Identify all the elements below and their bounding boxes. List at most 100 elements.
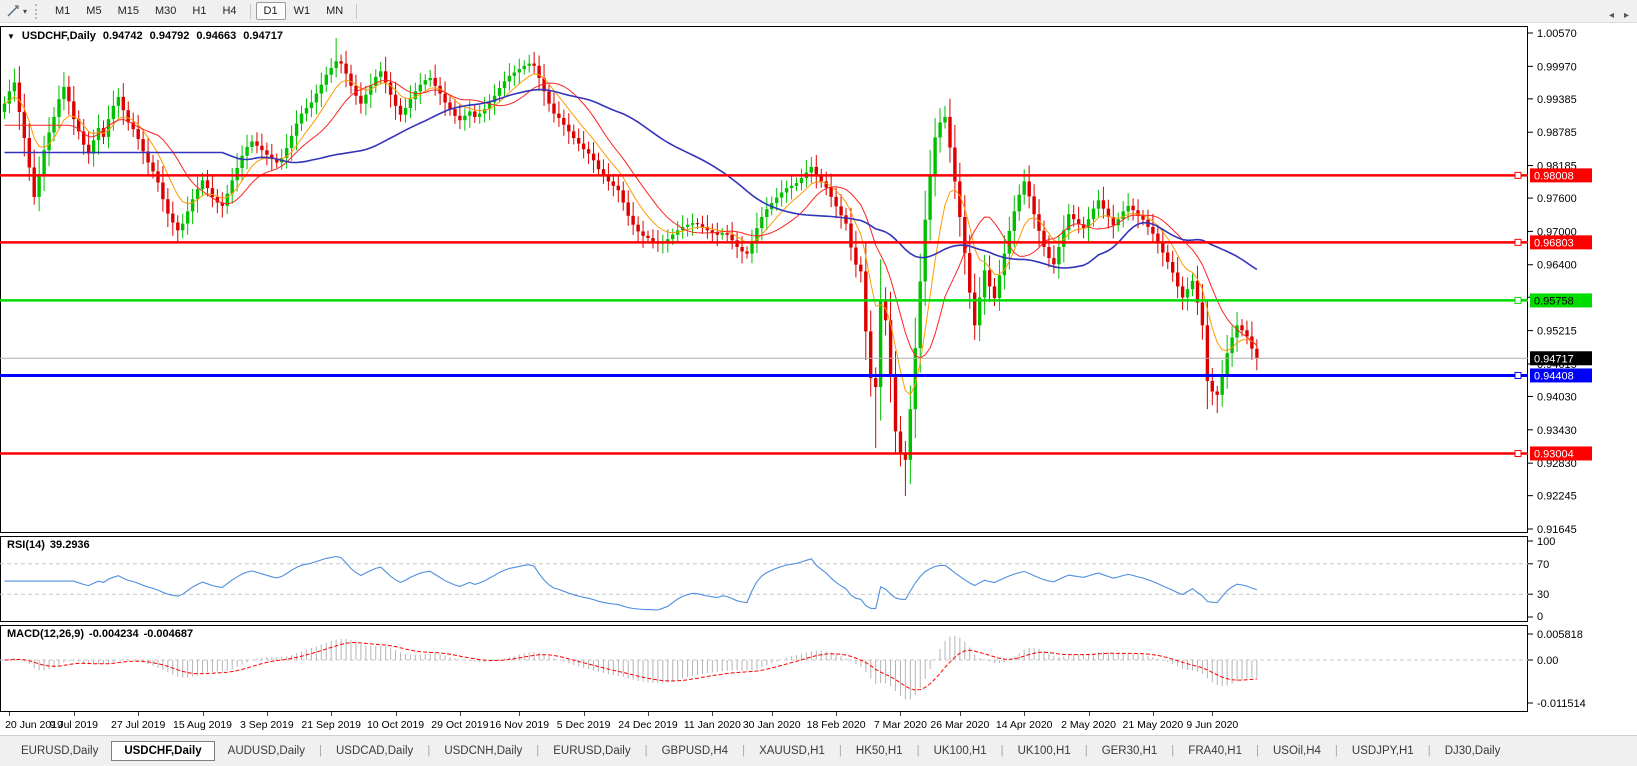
time-axis-tick xyxy=(459,712,461,716)
tab-separator: | xyxy=(742,745,746,757)
date-label: 14 Apr 2020 xyxy=(995,719,1053,731)
time-axis-tick xyxy=(1152,712,1154,716)
tab-ger30-h1[interactable]: GER30,H1 xyxy=(1089,742,1171,760)
tab-xauusd-h1[interactable]: XAUUSD,H1 xyxy=(746,742,838,760)
time-axis-tick xyxy=(9,712,11,716)
tab-gbpusd-h4[interactable]: GBPUSD,H4 xyxy=(649,742,741,760)
svg-text:0.00: 0.00 xyxy=(1537,655,1558,667)
time-axis-tick xyxy=(73,712,75,716)
trading-platform-window: ▾ M1 M5 M15 M30 H1 H4 D1 W1 MN ▼ USDCHF,… xyxy=(0,0,1637,766)
tab-usdcnh-daily[interactable]: USDCNH,Daily xyxy=(431,742,535,760)
tab-separator: | xyxy=(644,745,648,757)
timeframe-m1-button[interactable]: M1 xyxy=(47,2,78,20)
ohlc-open-value: 0.94742 xyxy=(102,30,143,42)
timeframe-m5-button[interactable]: M5 xyxy=(78,2,109,20)
svg-text:0.99385: 0.99385 xyxy=(1537,94,1577,106)
tab-separator: | xyxy=(1084,745,1088,757)
price-axis: 1.005700.999700.993850.987850.981850.976… xyxy=(1528,28,1592,533)
svg-text:0.94030: 0.94030 xyxy=(1537,391,1577,403)
macd-panel[interactable]: 0.005818 0.00 -0.011514 xyxy=(0,625,1637,712)
time-axis-tick xyxy=(519,712,521,716)
svg-text:0: 0 xyxy=(1537,611,1543,622)
svg-text:0.94408: 0.94408 xyxy=(1534,370,1574,382)
macd-label: MACD(12,26,9) -0.004234 -0.004687 xyxy=(7,628,198,640)
time-axis-tick xyxy=(395,712,397,716)
tab-usoil-h4[interactable]: USOil,H4 xyxy=(1260,742,1334,760)
time-axis-tick xyxy=(959,712,961,716)
date-label: 21 May 2020 xyxy=(1122,719,1184,731)
time-axis-tick xyxy=(836,712,838,716)
timeframe-m15-button[interactable]: M15 xyxy=(110,2,147,20)
time-axis-tick xyxy=(1212,712,1214,716)
date-label: 26 Mar 2020 xyxy=(930,719,990,731)
tab-separator: | xyxy=(1334,745,1338,757)
tab-separator: | xyxy=(1171,745,1175,757)
time-axis-tick xyxy=(1088,712,1090,716)
svg-text:0.91645: 0.91645 xyxy=(1537,524,1577,533)
rsi-panel[interactable]: 100 70 30 0 xyxy=(0,536,1637,622)
time-axis[interactable]: 20 Jun 2019 9 Jul 2019 27 Jul 2019 15 Aug 2… xyxy=(0,712,1637,735)
tab-hk50-h1[interactable]: HK50,H1 xyxy=(843,742,916,760)
time-axis-tick xyxy=(712,712,714,716)
tab-separator: | xyxy=(318,745,322,757)
tab-separator: | xyxy=(1427,745,1431,757)
svg-text:0.93430: 0.93430 xyxy=(1537,425,1577,437)
tab-fra40-h1[interactable]: FRA40,H1 xyxy=(1175,742,1255,760)
svg-text:30: 30 xyxy=(1537,589,1549,601)
date-label: 10 Oct 2019 xyxy=(366,719,425,731)
timeframe-w1-button[interactable]: W1 xyxy=(286,2,319,20)
tab-audusd-daily[interactable]: AUDUSD,Daily xyxy=(215,742,318,760)
crosshair-tool-icon[interactable] xyxy=(6,4,20,18)
timeframe-d1-button[interactable]: D1 xyxy=(255,2,286,20)
svg-text:0.92245: 0.92245 xyxy=(1537,491,1577,503)
svg-text:0.97600: 0.97600 xyxy=(1537,193,1577,205)
svg-text:0.95215: 0.95215 xyxy=(1537,326,1577,338)
tab-separator: | xyxy=(427,745,431,757)
tab-eurusd-daily[interactable]: EURUSD,Daily xyxy=(8,742,111,760)
tab-uk100-h1[interactable]: UK100,H1 xyxy=(921,742,1000,760)
svg-text:0.005818: 0.005818 xyxy=(1537,629,1583,641)
date-label: 3 Sep 2019 xyxy=(239,719,294,731)
svg-text:-0.011514: -0.011514 xyxy=(1537,698,1586,710)
date-label: 2 May 2020 xyxy=(1061,719,1116,731)
chart-symbol-label: USDCHF,Daily xyxy=(21,30,96,42)
date-label: 30 Jan 2020 xyxy=(742,719,801,731)
ohlc-high-value: 0.94792 xyxy=(149,30,190,42)
svg-text:1.00570: 1.00570 xyxy=(1537,28,1577,40)
tab-scroll-right-icon[interactable]: ▸ xyxy=(1624,10,1629,21)
tab-scroll-arrows: ◂ ▸ xyxy=(1609,0,1629,31)
macd-name: MACD(12,26,9) xyxy=(7,628,85,640)
date-label: 24 Dec 2019 xyxy=(618,719,678,731)
rsi-value: 39.2936 xyxy=(49,539,90,551)
date-label: 9 Jun 2020 xyxy=(1186,719,1239,731)
time-axis-tick xyxy=(583,712,585,716)
time-axis-tick xyxy=(648,712,649,716)
date-label: 16 Nov 2019 xyxy=(489,719,550,731)
ohlc-low-value: 0.94663 xyxy=(196,30,237,42)
rsi-label: RSI(14) 39.2936 xyxy=(7,539,95,551)
timeframe-mn-button[interactable]: MN xyxy=(318,2,351,20)
tab-eurusd-daily[interactable]: EURUSD,Daily xyxy=(540,742,643,760)
svg-text:0.95758: 0.95758 xyxy=(1534,295,1574,307)
tab-scroll-left-icon[interactable]: ◂ xyxy=(1609,10,1614,21)
dropdown-caret-icon[interactable]: ▾ xyxy=(23,7,27,16)
date-label: 29 Oct 2019 xyxy=(431,719,489,731)
timeframe-h4-button[interactable]: H4 xyxy=(214,2,244,20)
toolbar-grip[interactable] xyxy=(35,3,40,19)
timeframe-m30-button[interactable]: M30 xyxy=(147,2,184,20)
tab-uk100-h1[interactable]: UK100,H1 xyxy=(1005,742,1084,760)
date-label: 18 Feb 2020 xyxy=(806,719,866,731)
timeframe-h1-button[interactable]: H1 xyxy=(184,2,214,20)
tab-dj30-daily[interactable]: DJ30,Daily xyxy=(1432,742,1514,760)
date-label: 7 Mar 2020 xyxy=(873,719,927,731)
time-axis-tick xyxy=(331,712,333,716)
tab-separator: | xyxy=(916,745,920,757)
tab-usdjpy-h1[interactable]: USDJPY,H1 xyxy=(1339,742,1427,760)
main-chart[interactable]: 1.005700.999700.993850.987850.981850.976… xyxy=(0,26,1637,533)
symbol-menu-arrow-icon[interactable]: ▼ xyxy=(7,32,15,41)
time-axis-tick xyxy=(138,712,140,716)
date-label: 5 Dec 2019 xyxy=(556,719,611,731)
tab-usdchf-daily[interactable]: USDCHF,Daily xyxy=(111,741,215,761)
svg-text:0.99970: 0.99970 xyxy=(1537,61,1577,73)
tab-usdcad-daily[interactable]: USDCAD,Daily xyxy=(323,742,426,760)
